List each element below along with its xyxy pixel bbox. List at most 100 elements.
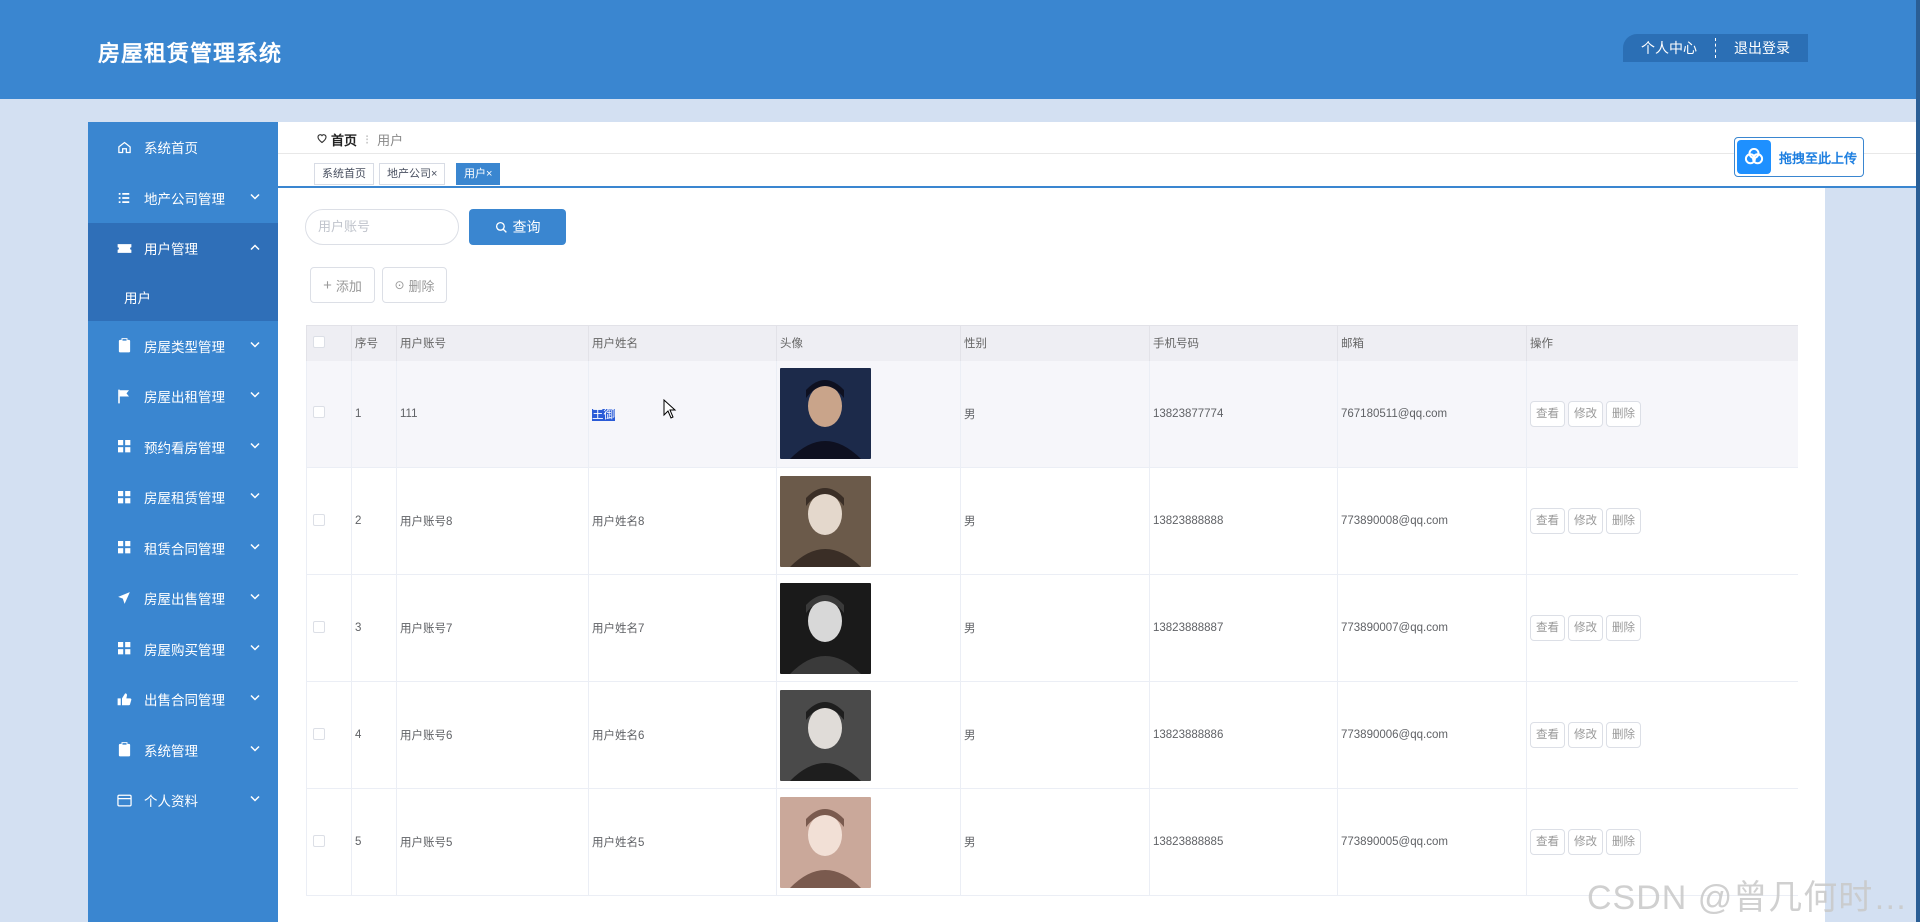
avatar-cell <box>776 467 961 575</box>
row-delete-button[interactable]: 删除 <box>1606 615 1641 641</box>
sidebar-item[interactable]: 个人资料 <box>88 775 278 826</box>
row-actions: 查看 修改 删除 <box>1526 467 1798 575</box>
row-delete-button[interactable]: 删除 <box>1606 508 1641 534</box>
chevron-down-icon <box>250 593 260 604</box>
chevron-down-icon <box>250 492 260 503</box>
row-delete-button[interactable]: 删除 <box>1606 829 1641 855</box>
row-checkbox[interactable] <box>306 360 352 468</box>
row-checkbox[interactable] <box>306 574 352 682</box>
user-name-selected[interactable]: 王御 <box>592 408 615 421</box>
personal-center-link[interactable]: 个人中心 <box>1623 34 1715 62</box>
user-name: 用户姓名6 <box>592 730 645 742</box>
add-button[interactable]: + 添加 <box>310 267 375 303</box>
chevron-up-icon <box>250 243 260 254</box>
view-button[interactable]: 查看 <box>1530 615 1565 641</box>
delete-button[interactable]: ⊙ 删除 <box>382 267 447 303</box>
home-icon <box>116 139 132 155</box>
edit-button[interactable]: 修改 <box>1568 615 1603 641</box>
user-name: 用户姓名7 <box>592 623 645 635</box>
breadcrumb-separator-icon: ⁝ <box>365 131 370 147</box>
chevron-down-icon <box>250 643 260 654</box>
thumb-icon <box>116 691 132 707</box>
sidebar-item[interactable]: 预约看房管理 <box>88 422 278 473</box>
user-table: 序号 用户账号 用户姓名 头像 性别 手机号码 邮箱 操作 1 111 王御男 138… <box>306 325 1798 896</box>
clipboard-icon <box>116 338 132 354</box>
sidebar-item[interactable]: 房屋租赁管理 <box>88 472 278 523</box>
tab-realty-company[interactable]: 地产公司× <box>379 163 446 185</box>
search-button[interactable]: 查询 <box>469 209 566 245</box>
delete-button-label: 删除 <box>408 278 435 294</box>
sidebar-item[interactable]: 系统管理 <box>88 725 278 776</box>
row-checkbox[interactable] <box>306 467 352 575</box>
app-title: 房屋租赁管理系统 <box>98 41 283 66</box>
gender: 男 <box>960 467 1150 575</box>
tab-user[interactable]: 用户× <box>456 163 501 185</box>
user-account: 用户账号8 <box>396 467 589 575</box>
email: 767180511@qq.com <box>1337 360 1527 468</box>
account-search-input[interactable]: 用户账号 <box>305 209 459 245</box>
sidebar-item-label: 房屋购买管理 <box>144 642 225 658</box>
phone: 13823888885 <box>1149 788 1338 896</box>
avatar-cell <box>776 574 961 682</box>
grid-icon <box>116 641 132 657</box>
user-account: 用户账号7 <box>396 574 589 682</box>
sidebar-item[interactable]: 地产公司管理 <box>88 173 278 224</box>
add-button-label: 添加 <box>335 278 362 294</box>
row-number: 4 <box>351 681 397 789</box>
breadcrumb-home[interactable]: 首页 <box>331 130 357 149</box>
ticket-icon <box>116 240 132 256</box>
row-delete-button[interactable]: 删除 <box>1606 400 1641 427</box>
row-delete-button[interactable]: 删除 <box>1606 722 1641 748</box>
sidebar-item[interactable]: 租赁合同管理 <box>88 523 278 574</box>
sidebar-item[interactable]: 系统首页 <box>88 122 278 173</box>
scrollbar[interactable] <box>1916 0 1920 922</box>
close-icon[interactable]: × <box>431 168 437 180</box>
row-checkbox[interactable] <box>306 681 352 789</box>
edit-button[interactable]: 修改 <box>1568 829 1603 855</box>
tab-label: 地产公司 <box>387 168 431 180</box>
sidebar-item[interactable]: 房屋购买管理 <box>88 624 278 675</box>
sidebar-item-label: 地产公司管理 <box>144 191 225 207</box>
row-actions: 查看 修改 删除 <box>1526 681 1798 789</box>
avatar <box>780 689 871 781</box>
close-icon[interactable]: × <box>486 168 492 180</box>
column-header: 邮箱 <box>1337 325 1527 361</box>
drag-upload-button[interactable]: 拖拽至此上传 <box>1734 137 1864 177</box>
edit-button[interactable]: 修改 <box>1568 508 1603 534</box>
row-number: 1 <box>351 360 397 468</box>
chevron-down-icon <box>250 744 260 755</box>
table-row: 1 111 王御男 13823877774 767180511@qq.com 查看 修改 删除 <box>306 360 1798 468</box>
row-actions: 查看 修改 删除 <box>1526 360 1798 468</box>
view-button[interactable]: 查看 <box>1530 508 1565 534</box>
select-all-checkbox[interactable] <box>306 325 352 361</box>
sidebar-item[interactable]: 房屋出租管理 <box>88 371 278 422</box>
sidebar: 系统首页地产公司管理用户管理 用户房屋类型管理房屋出租管理 预约看房管理房屋租赁管理… <box>88 122 278 922</box>
avatar <box>780 582 871 674</box>
top-actions: 个人中心 退出登录 <box>1623 34 1808 62</box>
tab-home[interactable]: 系统首页 <box>314 163 374 185</box>
sidebar-item[interactable]: 房屋类型管理 <box>88 321 278 372</box>
view-button[interactable]: 查看 <box>1530 400 1565 427</box>
chevron-down-icon <box>250 795 260 806</box>
sidebar-item-label: 租赁合同管理 <box>144 541 225 557</box>
sidebar-item[interactable]: 房屋出售管理 <box>88 573 278 624</box>
gender: 男 <box>960 574 1150 682</box>
sidebar-item-label: 房屋租赁管理 <box>144 491 225 507</box>
tab-label: 用户 <box>464 168 486 180</box>
avatar-cell <box>776 788 961 896</box>
sidebar-subitem-user[interactable]: 用户 <box>88 273 278 321</box>
column-header: 序号 <box>351 325 397 361</box>
sidebar-item-label: 系统首页 <box>144 141 198 157</box>
sidebar-item[interactable]: 出售合同管理 <box>88 674 278 725</box>
row-checkbox[interactable] <box>306 788 352 896</box>
chevron-down-icon <box>250 192 260 203</box>
view-button[interactable]: 查看 <box>1530 829 1565 855</box>
search-icon <box>495 221 508 234</box>
sidebar-item[interactable]: 用户管理 <box>88 223 278 274</box>
edit-button[interactable]: 修改 <box>1568 400 1603 427</box>
sidebar-item-label: 房屋类型管理 <box>144 339 225 355</box>
edit-button[interactable]: 修改 <box>1568 722 1603 748</box>
email: 773890007@qq.com <box>1337 574 1527 682</box>
view-button[interactable]: 查看 <box>1530 722 1565 748</box>
logout-link[interactable]: 退出登录 <box>1716 34 1808 62</box>
